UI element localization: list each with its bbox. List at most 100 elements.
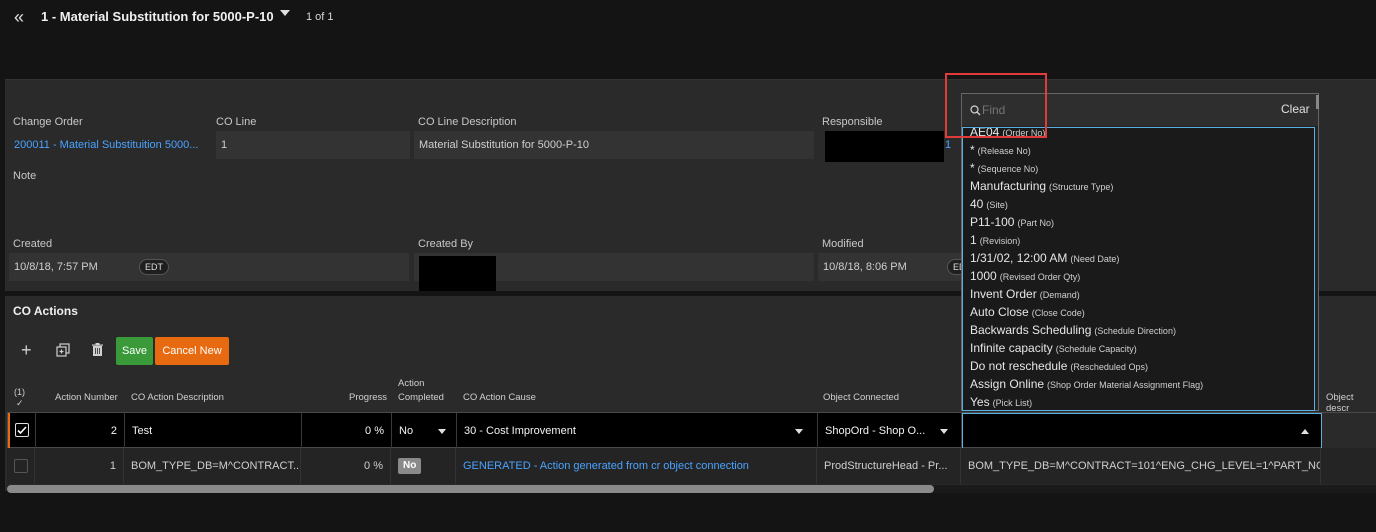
scrollbar-thumb[interactable]	[7, 485, 934, 493]
top-bar: « 1 - Material Substitution for 5000-P-1…	[0, 0, 1376, 34]
dropdown-item[interactable]: 1/31/02, 12:00 AM (Need Date)	[970, 251, 1119, 265]
co-line-label: CO Line	[216, 116, 257, 128]
completed-value: No	[399, 425, 414, 437]
dropdown-item-field: (Schedule Direction)	[1094, 326, 1176, 336]
table-row[interactable]: 1 BOM_TYPE_DB=M^CONTRACT... 0 % No GENER…	[7, 448, 1376, 484]
chevron-up-icon[interactable]	[1301, 429, 1309, 434]
cancel-new-button[interactable]: Cancel New	[155, 337, 229, 365]
dropdown-item-field: (Sequence No)	[977, 164, 1039, 174]
description-cell[interactable]: BOM_TYPE_DB=M^CONTRACT...	[124, 448, 301, 484]
dropdown-item-field: (Schedule Capacity)	[1055, 344, 1137, 354]
col-completed-line2[interactable]: Completed	[398, 392, 444, 403]
change-order-field[interactable]: 200011 - Material Substituition 5000...	[9, 131, 209, 159]
dropdown-item[interactable]: Manufacturing (Structure Type)	[970, 179, 1113, 193]
cause-link[interactable]: GENERATED - Action generated from cr obj…	[456, 448, 817, 484]
dropdown-item[interactable]: 40 (Site)	[970, 197, 1008, 211]
responsible-link[interactable]: 1	[945, 139, 951, 151]
dropdown-item-field: (Part No)	[1017, 218, 1054, 228]
dropdown-item[interactable]: * (Release No)	[970, 143, 1031, 157]
dropdown-item[interactable]: Invent Order (Demand)	[970, 287, 1080, 301]
dropdown-item-value: Infinite capacity	[970, 341, 1053, 355]
chevron-down-icon[interactable]	[438, 429, 446, 434]
created-by-redacted	[419, 256, 496, 291]
dropdown-item[interactable]: Yes (Pick List)	[970, 395, 1032, 409]
dropdown-item-field: (Need Date)	[1070, 254, 1120, 264]
dropdown-item[interactable]: Assign Online (Shop Order Material Assign…	[970, 377, 1203, 391]
dropdown-item-value: 40	[970, 197, 984, 211]
dropdown-item-value: 1000	[970, 269, 997, 283]
double-chevron-left-icon[interactable]: «	[14, 7, 24, 28]
co-line-desc-label: CO Line Description	[418, 116, 517, 128]
chevron-down-icon[interactable]	[795, 429, 803, 434]
created-value: 10/8/18, 7:57 PM	[14, 261, 98, 273]
dropdown-item-value: Yes	[970, 395, 990, 409]
dropdown-item-value: P11-100	[970, 215, 1015, 229]
dropdown-item[interactable]: 1000 (Revised Order Qty)	[970, 269, 1080, 283]
dropdown-item-value: *	[970, 161, 975, 175]
dropdown-item[interactable]: Do not reschedule (Rescheduled Ops)	[970, 359, 1148, 373]
checkbox-checked-icon[interactable]	[15, 423, 29, 437]
completed-cell[interactable]: No	[391, 448, 456, 484]
dropdown-item-value: 1	[970, 233, 977, 247]
dropdown-item-value: Manufacturing	[970, 179, 1047, 193]
save-button[interactable]: Save	[116, 337, 153, 365]
col-object-connected[interactable]: Object Connected	[823, 392, 899, 403]
dropdown-item[interactable]: Infinite capacity (Schedule Capacity)	[970, 341, 1137, 355]
chevron-down-icon[interactable]	[940, 429, 948, 434]
dropdown-item-field: (Release No)	[977, 146, 1031, 156]
col-description[interactable]: CO Action Description	[131, 392, 224, 403]
caret-down-icon[interactable]	[280, 10, 290, 16]
completed-select[interactable]: No	[392, 413, 457, 449]
add-icon[interactable]: +	[21, 340, 32, 361]
col-completed-line1[interactable]: Action	[398, 378, 424, 389]
checkbox-icon[interactable]	[14, 459, 28, 473]
cause-select[interactable]: 30 - Cost Improvement	[457, 413, 818, 449]
object-connected-cell[interactable]: ProdStructureHead - Pr...	[817, 448, 961, 484]
clear-button[interactable]: Clear	[1281, 102, 1310, 116]
col-object-description[interactable]: Object descr	[1326, 392, 1376, 414]
row-select-cell[interactable]	[8, 413, 36, 449]
co-line-field: 1	[216, 131, 410, 159]
trash-icon[interactable]	[91, 343, 104, 362]
dropdown-item-value: Assign Online	[970, 377, 1045, 391]
dropdown-item[interactable]: Auto Close (Close Code)	[970, 305, 1085, 319]
col-progress[interactable]: Progress	[349, 392, 387, 403]
dropdown-item-field: (Demand)	[1039, 290, 1080, 300]
duplicate-icon[interactable]	[56, 343, 70, 362]
dropdown-item-field: (Shop Order Material Assignment Flag)	[1047, 380, 1204, 390]
table-row[interactable]: 2 Test 0 % No 30 - Cost Improvement Shop…	[7, 412, 1376, 449]
col-action-number[interactable]: Action Number	[55, 392, 118, 403]
dropdown-item-value: Do not reschedule	[970, 359, 1068, 373]
timezone-badge: ED	[947, 259, 961, 275]
modified-field: 10/8/18, 8:06 PM ED	[818, 253, 961, 281]
progress-cell[interactable]: 0 %	[302, 413, 392, 449]
dropdown-item-field: (Site)	[986, 200, 1008, 210]
action-number-cell[interactable]: 1	[35, 448, 124, 484]
dropdown-list: AE04 (Order No) * (Release No) * (Sequence No…	[962, 127, 1315, 411]
object-key-input[interactable]	[962, 413, 1322, 449]
section-title: CO Actions	[13, 304, 78, 318]
dropdown-item[interactable]: * (Sequence No)	[970, 161, 1038, 175]
col-cause[interactable]: CO Action Cause	[463, 392, 536, 403]
dropdown-item-field: (Rescheduled Ops)	[1070, 362, 1148, 372]
dropdown-item-value: 1/31/02, 12:00 AM	[970, 251, 1068, 265]
dropdown-item[interactable]: 1 (Revision)	[970, 233, 1020, 247]
row-select-cell[interactable]	[7, 448, 35, 484]
dropdown-item[interactable]: Backwards Scheduling (Schedule Direction)	[970, 323, 1176, 337]
modified-label: Modified	[822, 238, 864, 250]
progress-cell[interactable]: 0 %	[301, 448, 391, 484]
select-all-icon[interactable]: ✓	[16, 398, 24, 409]
dropdown-item-field: (Pick List)	[992, 398, 1033, 408]
object-key-cell[interactable]: BOM_TYPE_DB=M^CONTRACT=101^ENG_CHG_LEVEL…	[961, 448, 1321, 484]
dropdown-item-value: Backwards Scheduling	[970, 323, 1092, 337]
description-cell[interactable]: Test	[125, 413, 302, 449]
dropdown-item[interactable]: P11-100 (Part No)	[970, 215, 1054, 229]
cause-value: 30 - Cost Improvement	[464, 425, 576, 437]
dropdown-item-value: Auto Close	[970, 305, 1029, 319]
object-connected-select[interactable]: ShopOrd - Shop O...	[818, 413, 962, 449]
change-order-link[interactable]: 200011 - Material Substituition 5000...	[14, 139, 198, 151]
dropdown-scrollbar[interactable]	[1316, 95, 1319, 109]
action-number-cell[interactable]: 2	[36, 413, 125, 449]
dropdown-item-field: (Revised Order Qty)	[999, 272, 1081, 282]
object-description-cell	[1322, 413, 1376, 449]
